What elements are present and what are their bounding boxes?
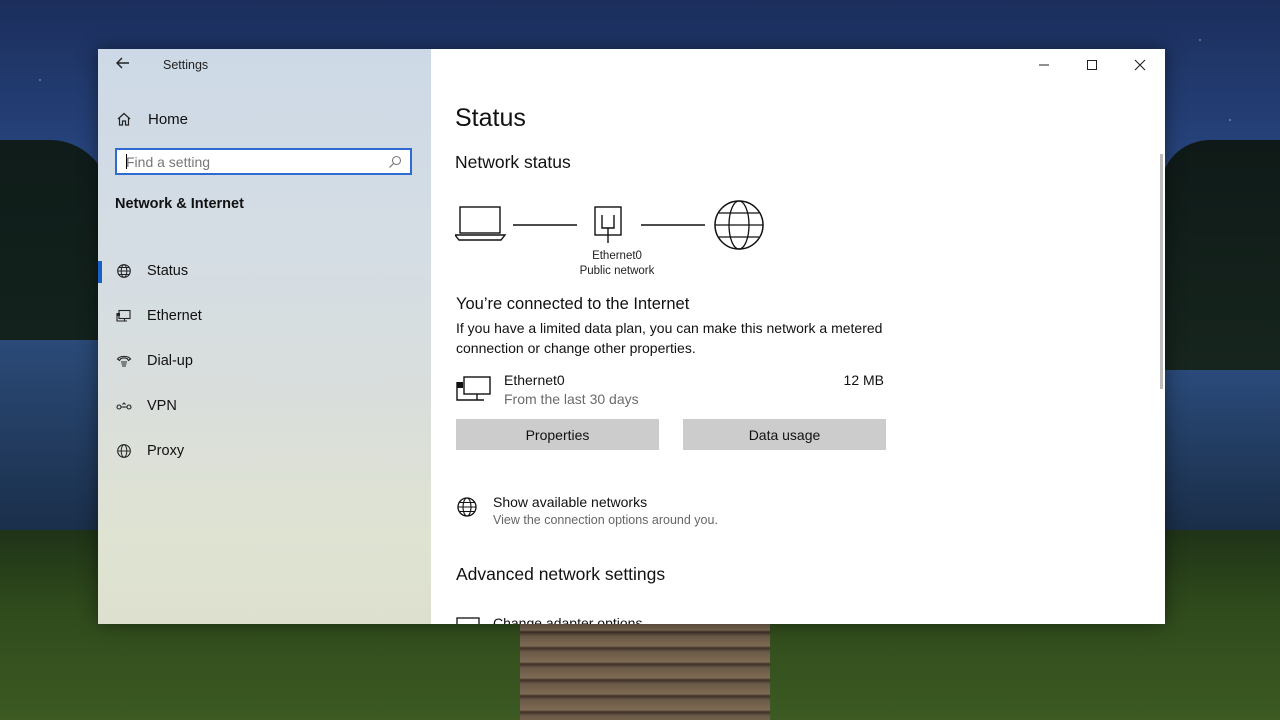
globe-network-icon bbox=[457, 497, 477, 517]
sidebar-nav: Status Ethernet Dial-up VPN Proxy bbox=[98, 248, 431, 473]
network-status-title: Network status bbox=[455, 152, 571, 172]
connection-title: You’re connected to the Internet bbox=[456, 295, 690, 313]
text-caret bbox=[126, 154, 127, 169]
internet-globe-icon bbox=[714, 200, 764, 250]
wallpaper-lake-right bbox=[1165, 370, 1280, 530]
wallpaper-dock bbox=[520, 620, 770, 720]
search-box[interactable] bbox=[115, 148, 412, 175]
usage-period: From the last 30 days bbox=[504, 391, 639, 407]
back-button[interactable] bbox=[112, 55, 134, 77]
ethernet-monitor-icon bbox=[116, 309, 131, 322]
close-button[interactable] bbox=[1117, 49, 1163, 81]
wallpaper-hills-left bbox=[0, 140, 110, 340]
properties-button[interactable]: Properties bbox=[456, 419, 659, 450]
adapter-name: Ethernet0 bbox=[592, 250, 642, 262]
sidebar-item-label: Proxy bbox=[147, 442, 185, 459]
sidebar-item-ethernet[interactable]: Ethernet bbox=[98, 293, 431, 338]
laptop-icon bbox=[455, 206, 507, 241]
sidebar-item-vpn[interactable]: VPN bbox=[98, 383, 431, 428]
minimize-button[interactable] bbox=[1021, 49, 1067, 81]
search-input[interactable] bbox=[126, 153, 376, 171]
scrollbar[interactable] bbox=[1160, 154, 1163, 389]
proxy-globe-icon bbox=[117, 443, 131, 458]
sidebar-item-status[interactable]: Status bbox=[98, 248, 431, 293]
sidebar-item-label: Dial-up bbox=[147, 352, 193, 369]
status-globe-icon bbox=[117, 263, 131, 278]
adapter-icon bbox=[456, 617, 480, 624]
main-content: Status Network status Ethernet0 Public n… bbox=[431, 49, 1165, 624]
show-networks-subtitle: View the connection options around you. bbox=[493, 513, 718, 527]
show-networks-link[interactable]: Show available networks View the connect… bbox=[456, 492, 856, 532]
data-usage-button[interactable]: Data usage bbox=[683, 419, 886, 450]
home-icon bbox=[117, 112, 131, 126]
minimize-icon bbox=[1039, 64, 1049, 66]
section-title: Network & Internet bbox=[115, 196, 244, 212]
vpn-icon bbox=[116, 401, 132, 410]
back-arrow-icon bbox=[116, 57, 129, 69]
maximize-icon bbox=[1087, 60, 1097, 70]
network-type: Public network bbox=[579, 265, 655, 277]
change-adapter-link[interactable]: Change adapter options bbox=[456, 614, 756, 624]
app-title: Settings bbox=[163, 58, 209, 72]
close-icon bbox=[1134, 59, 1146, 71]
connection-description: If you have a limited data plan, you can… bbox=[456, 320, 883, 356]
connection-usage-row: Ethernet0 From the last 30 days 12 MB bbox=[456, 370, 886, 410]
wallpaper-lake-left bbox=[0, 340, 100, 530]
connection-name: Ethernet0 bbox=[504, 372, 565, 388]
page-title: Status bbox=[455, 104, 526, 132]
sidebar-item-dialup[interactable]: Dial-up bbox=[98, 338, 431, 383]
home-label: Home bbox=[148, 110, 189, 128]
ethernet-monitor-icon bbox=[456, 376, 491, 401]
ethernet-port-icon bbox=[594, 206, 622, 243]
sidebar-item-label: Status bbox=[147, 262, 189, 279]
search-icon[interactable] bbox=[388, 155, 402, 169]
maximize-button[interactable] bbox=[1069, 49, 1115, 81]
show-networks-title: Show available networks bbox=[493, 494, 648, 510]
advanced-settings-title: Advanced network settings bbox=[456, 564, 666, 584]
sidebar-item-label: Ethernet bbox=[147, 307, 202, 324]
dialup-phone-icon bbox=[116, 355, 132, 367]
wallpaper-hills-right bbox=[1160, 140, 1280, 370]
change-adapter-label: Change adapter options bbox=[493, 615, 643, 624]
home-link[interactable]: Home bbox=[116, 108, 188, 130]
sidebar: Settings Home Network & Internet bbox=[98, 49, 431, 624]
sidebar-item-label: VPN bbox=[147, 397, 177, 414]
settings-window: Settings Home Network & Internet bbox=[98, 49, 1165, 624]
sidebar-item-proxy[interactable]: Proxy bbox=[98, 428, 431, 473]
diagram-label: Ethernet0 Public network bbox=[567, 249, 667, 279]
data-usage-amount: 12 MB bbox=[843, 372, 884, 388]
